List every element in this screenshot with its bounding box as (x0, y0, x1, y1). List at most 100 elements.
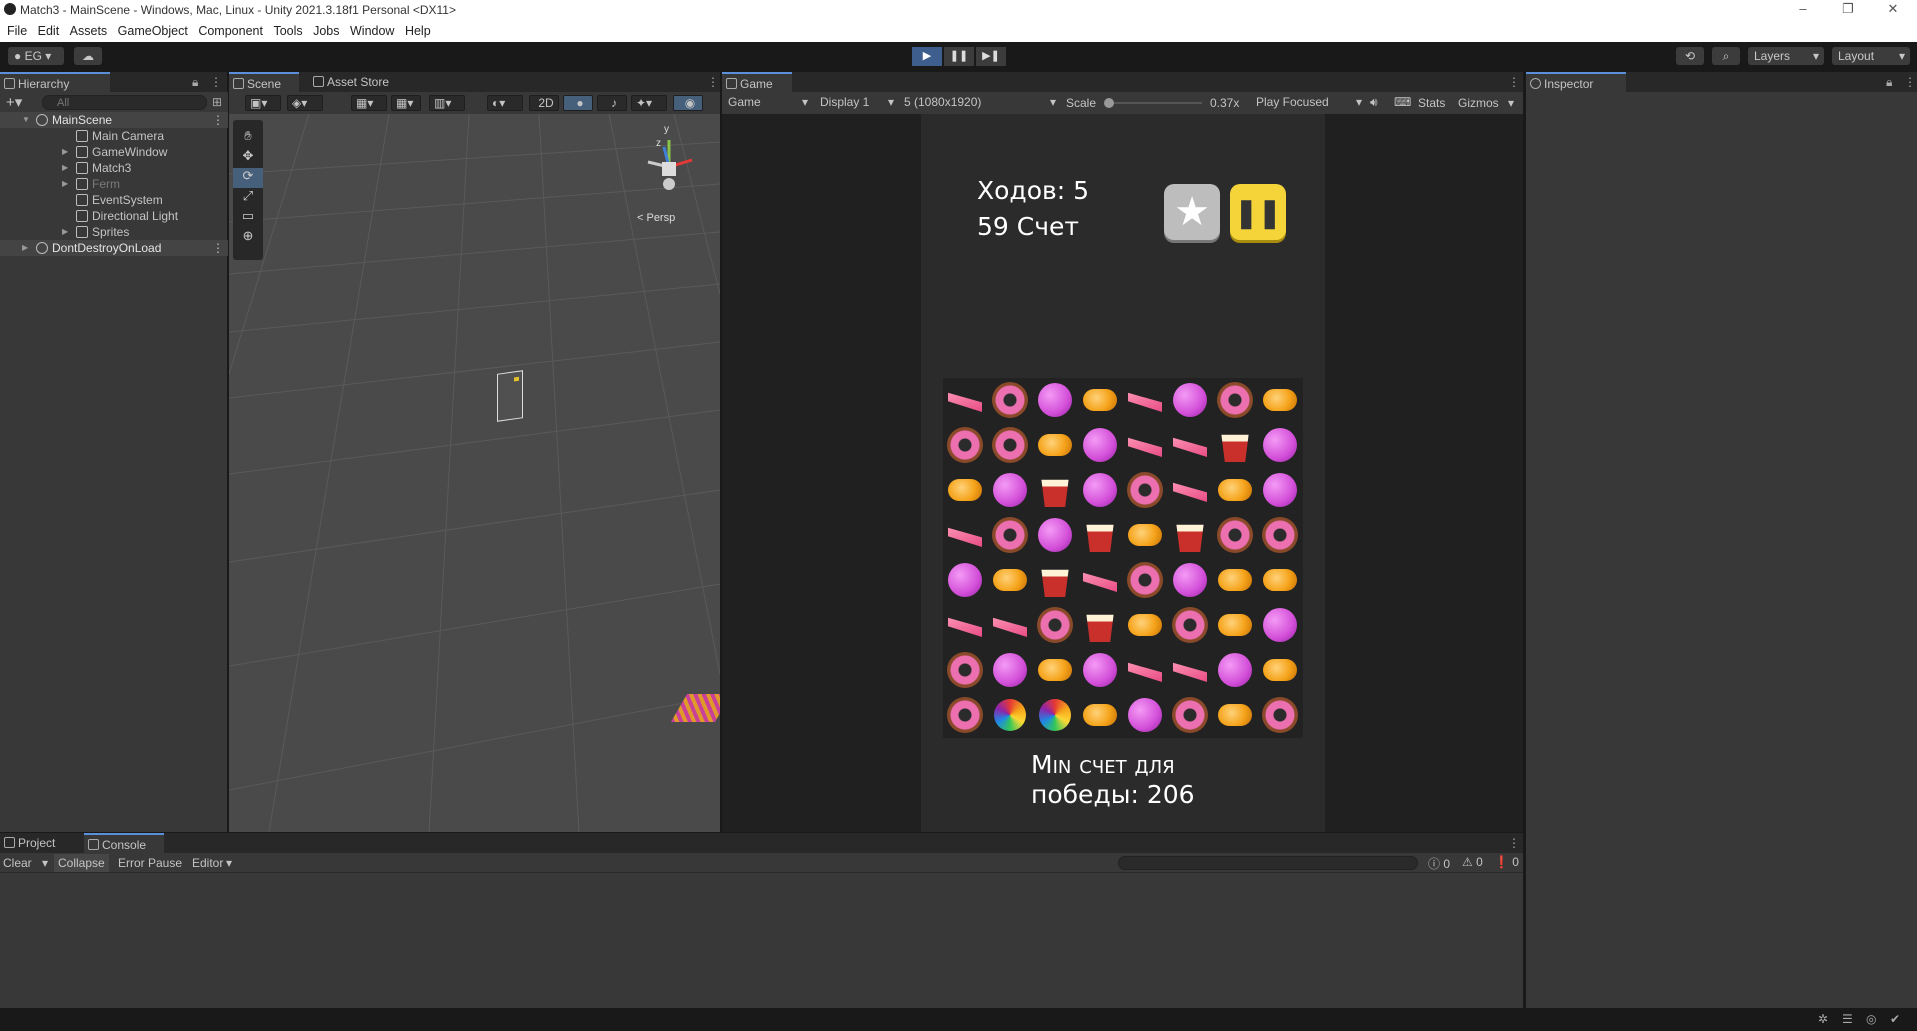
hierarchy-search-input[interactable] (42, 95, 207, 110)
filter-icon[interactable]: ⊞ (212, 95, 222, 109)
game-screen[interactable]: Ходов: 5 59 Счет ★ ❚❚ Min счет для побед… (921, 114, 1325, 832)
board-tile-cupcake[interactable] (1033, 558, 1077, 602)
hierarchy-item[interactable]: ▶ Match3 (0, 160, 228, 176)
board-tile-donut[interactable] (1213, 378, 1257, 422)
move-tool-icon[interactable]: ✥ (233, 148, 263, 168)
error-pause-toggle[interactable]: Error Pause (118, 856, 182, 870)
layers-dropdown[interactable]: Layers ▾ (1748, 47, 1824, 65)
close-button[interactable]: ✕ (1870, 0, 1916, 20)
more-icon[interactable]: ⋮ (1508, 836, 1520, 850)
board-tile-ball[interactable] (1168, 558, 1212, 602)
favorite-button[interactable]: ★ (1164, 184, 1220, 240)
tab-project[interactable]: Project (0, 833, 80, 853)
hierarchy-item[interactable]: EventSystem (0, 192, 228, 208)
board-tile-candy[interactable] (1213, 693, 1257, 737)
hierarchy-item[interactable]: ▶ GameWindow (0, 144, 228, 160)
board-tile-candy[interactable] (1213, 603, 1257, 647)
board-tile-ball[interactable] (1258, 468, 1302, 512)
board-tile-ball[interactable] (1033, 378, 1077, 422)
board-tile-ball[interactable] (1258, 423, 1302, 467)
scale-tool-icon[interactable]: ⤢ (233, 188, 263, 208)
menu-tools[interactable]: Tools (266, 20, 302, 38)
hierarchy-item[interactable]: ▶ Ferm (0, 176, 228, 192)
board-tile-ball[interactable] (1078, 468, 1122, 512)
board-tile-cupcake[interactable] (1033, 468, 1077, 512)
layers-stack-icon[interactable]: ☰ (1842, 1012, 1853, 1026)
hand-tool-icon[interactable]: ✋︎ (233, 128, 263, 148)
board-tile-donut[interactable] (1168, 603, 1212, 647)
board-tile-donut[interactable] (943, 693, 987, 737)
board-tile-donut[interactable] (1258, 513, 1302, 557)
lighting-toggle[interactable]: ● (563, 95, 593, 111)
board-tile-cake[interactable] (943, 513, 987, 557)
layout-dropdown[interactable]: Layout ▾ (1832, 47, 1910, 65)
board-tile-candy[interactable] (1123, 603, 1167, 647)
play-mode-dropdown[interactable]: Play Focused ▾ (1252, 95, 1366, 111)
cloud-button[interactable]: ☁ (74, 47, 102, 65)
log-count-toggle[interactable]: ⓘ 0 (1428, 855, 1450, 872)
persp-label[interactable]: < Persp (637, 212, 675, 224)
tab-scene[interactable]: Scene (229, 72, 299, 92)
board-tile-donut[interactable] (1258, 693, 1302, 737)
expand-arrow-icon[interactable]: ▶ (62, 144, 68, 160)
menu-gameobject[interactable]: GameObject (111, 20, 188, 38)
scene-visibility-toggle[interactable]: ◉ (673, 95, 703, 111)
board-tile-ball[interactable] (988, 468, 1032, 512)
board-tile-candy[interactable] (943, 468, 987, 512)
view-dropdown[interactable]: Game ▾ (724, 95, 812, 111)
snap-dropdown[interactable]: ▦▾ (391, 95, 421, 111)
minimize-button[interactable]: – (1780, 0, 1826, 20)
board-tile-cake[interactable] (1078, 558, 1122, 602)
menu-assets[interactable]: Assets (63, 20, 108, 38)
board-tile-donut[interactable] (943, 648, 987, 692)
shading-dropdown[interactable]: ◈▾ (287, 95, 323, 111)
board-tile-candy[interactable] (1258, 378, 1302, 422)
stats-button[interactable]: Stats (1418, 96, 1445, 110)
step-button[interactable]: ▶❚ (976, 47, 1006, 66)
menu-help[interactable]: Help (398, 20, 431, 38)
board-tile-ball[interactable] (1078, 648, 1122, 692)
game-pause-button[interactable]: ❚❚ (1230, 184, 1286, 240)
more-icon[interactable]: ⋮ (1508, 75, 1520, 89)
hierarchy-item[interactable]: Main Camera (0, 128, 228, 144)
toggle-2d-button[interactable]: 2D (529, 95, 559, 111)
rect-tool-icon[interactable]: ▭ (233, 208, 263, 228)
expand-arrow-icon[interactable]: ▶ (62, 160, 68, 176)
match3-board[interactable] (943, 378, 1303, 738)
board-tile-donut[interactable] (1213, 513, 1257, 557)
expand-arrow-icon[interactable]: ▶ (62, 176, 68, 192)
menu-window[interactable]: Window (343, 20, 394, 38)
board-tile-donut[interactable] (1123, 558, 1167, 602)
effects-dropdown[interactable]: ✦▾ (631, 95, 667, 111)
board-tile-cake[interactable] (1123, 423, 1167, 467)
auto-generate-icon[interactable]: ◎ (1866, 1012, 1876, 1026)
board-tile-cake[interactable] (1168, 468, 1212, 512)
check-icon[interactable]: ✔ (1890, 1012, 1900, 1026)
board-tile-cupcake[interactable] (1168, 513, 1212, 557)
more-icon[interactable]: ⋮ (1904, 75, 1916, 89)
board-tile-ball[interactable] (1123, 693, 1167, 737)
audio-toggle[interactable]: ♪ (597, 95, 627, 111)
collapse-toggle[interactable]: Collapse (54, 854, 109, 872)
history-button[interactable]: ⟲ (1676, 47, 1704, 65)
board-tile-cupcake[interactable] (1213, 423, 1257, 467)
board-tile-candy[interactable] (1078, 693, 1122, 737)
board-tile-candy[interactable] (1033, 423, 1077, 467)
board-tile-donut[interactable] (943, 423, 987, 467)
menu-edit[interactable]: Edit (31, 20, 60, 38)
draw-mode-dropdown[interactable]: ▣▾ (245, 95, 281, 111)
board-tile-ball[interactable] (943, 558, 987, 602)
menu-file[interactable]: File (0, 20, 27, 38)
board-tile-cupcake[interactable] (1078, 603, 1122, 647)
board-tile-cake[interactable] (943, 603, 987, 647)
search-button[interactable]: ⌕ (1712, 47, 1740, 65)
board-tile-candy[interactable] (988, 558, 1032, 602)
warning-count-toggle[interactable]: ⚠ 0 (1462, 855, 1483, 869)
audio-mute-icon[interactable]: 🔊︎ (1370, 95, 1378, 110)
board-tile-donut[interactable] (1123, 468, 1167, 512)
scale-slider-handle[interactable] (1104, 98, 1114, 108)
chevron-down-icon[interactable]: ▾ (1508, 96, 1514, 110)
more-icon[interactable]: ⋮ (212, 240, 224, 256)
console-search-input[interactable] (1118, 856, 1418, 870)
lock-icon[interactable]: 🔒︎ (192, 75, 198, 90)
